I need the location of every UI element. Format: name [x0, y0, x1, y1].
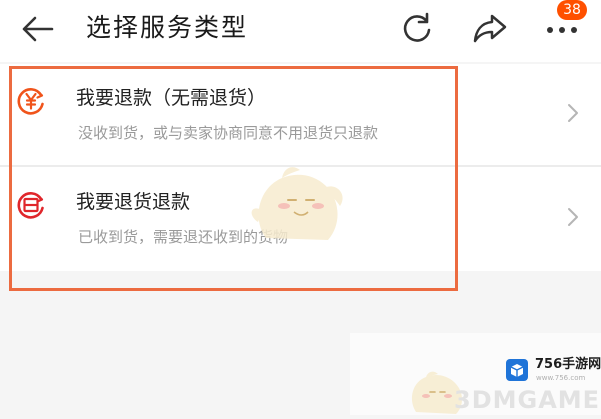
- page-title: 选择服务类型: [86, 13, 249, 42]
- chevron-right-icon: [566, 102, 580, 124]
- option-title: 我要退货退款: [76, 191, 191, 213]
- refresh-button[interactable]: [396, 8, 440, 48]
- return-goods-icon: [16, 190, 46, 220]
- share-icon: [473, 14, 507, 43]
- mascot-watermark: [244, 160, 354, 250]
- site-logo-url: www.756.com: [536, 374, 586, 382]
- arrow-left-icon: [22, 16, 54, 42]
- site-logo-icon: [505, 358, 529, 382]
- option-refund-only[interactable]: 我要退款（无需退货） 没收到货，或与卖家协商同意不用退货只退款: [0, 64, 601, 164]
- yuan-refund-icon: [16, 86, 46, 116]
- nav-header: 选择服务类型 38: [0, 0, 601, 62]
- back-button[interactable]: [18, 9, 62, 49]
- notification-badge: 38: [557, 0, 587, 20]
- option-description: 没收到货，或与卖家协商同意不用退货只退款: [78, 124, 379, 142]
- chevron-right-icon: [566, 206, 580, 228]
- option-title: 我要退款（无需退货）: [76, 87, 267, 109]
- share-button[interactable]: [468, 8, 512, 48]
- watermark-3dm-text: 3DMGAME: [454, 386, 601, 414]
- site-logo-text: 756手游网: [535, 357, 601, 372]
- refresh-icon: [403, 12, 431, 42]
